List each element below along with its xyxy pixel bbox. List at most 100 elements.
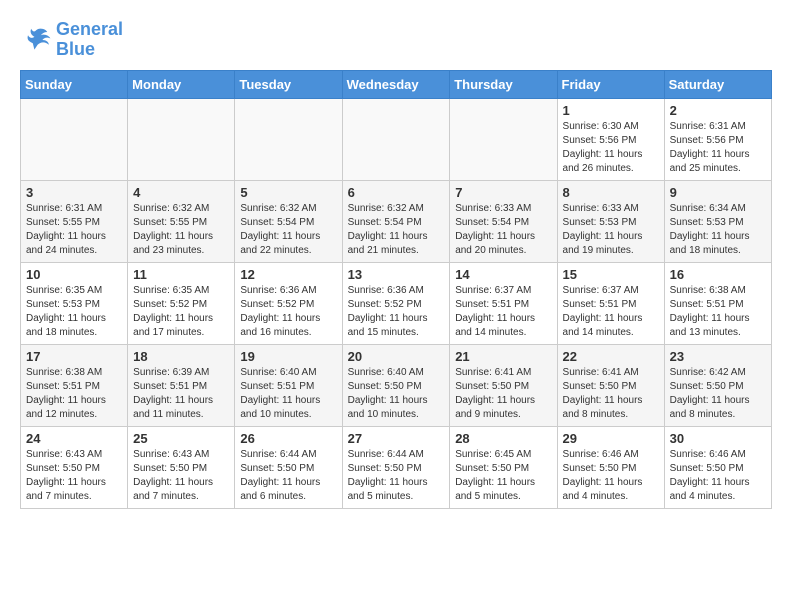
calendar-day: 1 Sunrise: 6:30 AM Sunset: 5:56 PM Daylig… bbox=[557, 98, 664, 180]
calendar-day: 18Sunrise: 6:39 AM Sunset: 5:51 PM Dayli… bbox=[128, 344, 235, 426]
day-number: 25 bbox=[133, 431, 229, 446]
calendar-day: 9Sunrise: 6:34 AM Sunset: 5:53 PM Daylig… bbox=[664, 180, 771, 262]
day-info: Sunrise: 6:44 AM Sunset: 5:50 PM Dayligh… bbox=[348, 448, 445, 504]
day-info: Sunrise: 6:39 AM Sunset: 5:51 PM Dayligh… bbox=[133, 366, 229, 422]
logo-text: General Blue bbox=[56, 20, 123, 60]
day-info: Sunrise: 6:30 AM Sunset: 5:56 PM Dayligh… bbox=[563, 120, 659, 176]
calendar-day: 25 Sunrise: 6:43 AM Sunset: 5:50 PM Dayli… bbox=[128, 426, 235, 508]
day-number: 2 bbox=[670, 103, 766, 118]
calendar-day: 15 Sunrise: 6:37 AM Sunset: 5:51 PM Dayli… bbox=[557, 262, 664, 344]
calendar-day: 8 Sunrise: 6:33 AM Sunset: 5:53 PM Daylig… bbox=[557, 180, 664, 262]
day-header-monday: Monday bbox=[128, 70, 235, 98]
day-number: 12 bbox=[240, 267, 336, 282]
day-header-sunday: Sunday bbox=[21, 70, 128, 98]
day-info: Sunrise: 6:32 AM Sunset: 5:55 PM Dayligh… bbox=[133, 202, 229, 258]
calendar-day bbox=[128, 98, 235, 180]
day-info: Sunrise: 6:41 AM Sunset: 5:50 PM Dayligh… bbox=[455, 366, 551, 422]
day-info: Sunrise: 6:42 AM Sunset: 5:50 PM Dayligh… bbox=[670, 366, 766, 422]
day-header-wednesday: Wednesday bbox=[342, 70, 450, 98]
calendar-day: 28 Sunrise: 6:45 AM Sunset: 5:50 PM Dayli… bbox=[450, 426, 557, 508]
day-number: 3 bbox=[26, 185, 122, 200]
calendar-day: 12 Sunrise: 6:36 AM Sunset: 5:52 PM Dayli… bbox=[235, 262, 342, 344]
day-info: Sunrise: 6:32 AM Sunset: 5:54 PM Dayligh… bbox=[240, 202, 336, 258]
day-info: Sunrise: 6:46 AM Sunset: 5:50 PM Dayligh… bbox=[670, 448, 766, 504]
calendar-day: 20 Sunrise: 6:40 AM Sunset: 5:50 PM Dayli… bbox=[342, 344, 450, 426]
day-number: 29 bbox=[563, 431, 659, 446]
day-number: 14 bbox=[455, 267, 551, 282]
day-number: 8 bbox=[563, 185, 659, 200]
calendar-header-row: SundayMondayTuesdayWednesdayThursdayFrid… bbox=[21, 70, 772, 98]
calendar-day: 21 Sunrise: 6:41 AM Sunset: 5:50 PM Dayli… bbox=[450, 344, 557, 426]
calendar-day: 26 Sunrise: 6:44 AM Sunset: 5:50 PM Dayli… bbox=[235, 426, 342, 508]
day-info: Sunrise: 6:38 AM Sunset: 5:51 PM Dayligh… bbox=[26, 366, 122, 422]
calendar-day: 30 Sunrise: 6:46 AM Sunset: 5:50 PM Dayli… bbox=[664, 426, 771, 508]
day-number: 15 bbox=[563, 267, 659, 282]
day-info: Sunrise: 6:35 AM Sunset: 5:53 PM Dayligh… bbox=[26, 284, 122, 340]
calendar-day: 17 Sunrise: 6:38 AM Sunset: 5:51 PM Dayli… bbox=[21, 344, 128, 426]
calendar-day: 10 Sunrise: 6:35 AM Sunset: 5:53 PM Dayli… bbox=[21, 262, 128, 344]
day-header-friday: Friday bbox=[557, 70, 664, 98]
calendar-day: 14 Sunrise: 6:37 AM Sunset: 5:51 PM Dayli… bbox=[450, 262, 557, 344]
calendar-table: SundayMondayTuesdayWednesdayThursdayFrid… bbox=[20, 70, 772, 509]
day-info: Sunrise: 6:45 AM Sunset: 5:50 PM Dayligh… bbox=[455, 448, 551, 504]
day-number: 1 bbox=[563, 103, 659, 118]
day-number: 26 bbox=[240, 431, 336, 446]
day-number: 23 bbox=[670, 349, 766, 364]
day-header-saturday: Saturday bbox=[664, 70, 771, 98]
day-number: 11 bbox=[133, 267, 229, 282]
day-number: 20 bbox=[348, 349, 445, 364]
day-info: Sunrise: 6:35 AM Sunset: 5:52 PM Dayligh… bbox=[133, 284, 229, 340]
calendar-week-row: 3 Sunrise: 6:31 AM Sunset: 5:55 PM Daylig… bbox=[21, 180, 772, 262]
day-number: 5 bbox=[240, 185, 336, 200]
calendar-day: 24 Sunrise: 6:43 AM Sunset: 5:50 PM Dayli… bbox=[21, 426, 128, 508]
day-info: Sunrise: 6:36 AM Sunset: 5:52 PM Dayligh… bbox=[240, 284, 336, 340]
calendar-day: 16Sunrise: 6:38 AM Sunset: 5:51 PM Dayli… bbox=[664, 262, 771, 344]
day-info: Sunrise: 6:37 AM Sunset: 5:51 PM Dayligh… bbox=[455, 284, 551, 340]
logo-bird-icon bbox=[20, 24, 52, 56]
day-info: Sunrise: 6:40 AM Sunset: 5:50 PM Dayligh… bbox=[348, 366, 445, 422]
calendar-week-row: 24 Sunrise: 6:43 AM Sunset: 5:50 PM Dayli… bbox=[21, 426, 772, 508]
calendar-day bbox=[235, 98, 342, 180]
day-info: Sunrise: 6:43 AM Sunset: 5:50 PM Dayligh… bbox=[26, 448, 122, 504]
calendar-day: 23 Sunrise: 6:42 AM Sunset: 5:50 PM Dayli… bbox=[664, 344, 771, 426]
calendar-week-row: 1 Sunrise: 6:30 AM Sunset: 5:56 PM Daylig… bbox=[21, 98, 772, 180]
day-info: Sunrise: 6:43 AM Sunset: 5:50 PM Dayligh… bbox=[133, 448, 229, 504]
day-info: Sunrise: 6:33 AM Sunset: 5:53 PM Dayligh… bbox=[563, 202, 659, 258]
day-number: 6 bbox=[348, 185, 445, 200]
day-info: Sunrise: 6:37 AM Sunset: 5:51 PM Dayligh… bbox=[563, 284, 659, 340]
calendar-week-row: 10 Sunrise: 6:35 AM Sunset: 5:53 PM Dayli… bbox=[21, 262, 772, 344]
day-number: 16 bbox=[670, 267, 766, 282]
day-number: 21 bbox=[455, 349, 551, 364]
day-number: 24 bbox=[26, 431, 122, 446]
day-info: Sunrise: 6:32 AM Sunset: 5:54 PM Dayligh… bbox=[348, 202, 445, 258]
calendar-day: 19Sunrise: 6:40 AM Sunset: 5:51 PM Dayli… bbox=[235, 344, 342, 426]
day-number: 4 bbox=[133, 185, 229, 200]
day-info: Sunrise: 6:46 AM Sunset: 5:50 PM Dayligh… bbox=[563, 448, 659, 504]
day-number: 10 bbox=[26, 267, 122, 282]
calendar-day: 6 Sunrise: 6:32 AM Sunset: 5:54 PM Daylig… bbox=[342, 180, 450, 262]
calendar-day: 11 Sunrise: 6:35 AM Sunset: 5:52 PM Dayli… bbox=[128, 262, 235, 344]
calendar-day: 29 Sunrise: 6:46 AM Sunset: 5:50 PM Dayli… bbox=[557, 426, 664, 508]
day-info: Sunrise: 6:31 AM Sunset: 5:56 PM Dayligh… bbox=[670, 120, 766, 176]
calendar-day: 5 Sunrise: 6:32 AM Sunset: 5:54 PM Daylig… bbox=[235, 180, 342, 262]
day-number: 27 bbox=[348, 431, 445, 446]
calendar-day: 2 Sunrise: 6:31 AM Sunset: 5:56 PM Daylig… bbox=[664, 98, 771, 180]
day-number: 28 bbox=[455, 431, 551, 446]
day-header-thursday: Thursday bbox=[450, 70, 557, 98]
day-info: Sunrise: 6:44 AM Sunset: 5:50 PM Dayligh… bbox=[240, 448, 336, 504]
day-header-tuesday: Tuesday bbox=[235, 70, 342, 98]
calendar-day: 27 Sunrise: 6:44 AM Sunset: 5:50 PM Dayli… bbox=[342, 426, 450, 508]
day-number: 22 bbox=[563, 349, 659, 364]
day-number: 30 bbox=[670, 431, 766, 446]
calendar-day bbox=[342, 98, 450, 180]
day-number: 9 bbox=[670, 185, 766, 200]
day-info: Sunrise: 6:33 AM Sunset: 5:54 PM Dayligh… bbox=[455, 202, 551, 258]
calendar-day: 4 Sunrise: 6:32 AM Sunset: 5:55 PM Daylig… bbox=[128, 180, 235, 262]
day-number: 17 bbox=[26, 349, 122, 364]
calendar-day: 3 Sunrise: 6:31 AM Sunset: 5:55 PM Daylig… bbox=[21, 180, 128, 262]
calendar-day: 13Sunrise: 6:36 AM Sunset: 5:52 PM Dayli… bbox=[342, 262, 450, 344]
day-info: Sunrise: 6:31 AM Sunset: 5:55 PM Dayligh… bbox=[26, 202, 122, 258]
calendar-week-row: 17 Sunrise: 6:38 AM Sunset: 5:51 PM Dayli… bbox=[21, 344, 772, 426]
page-header: General Blue bbox=[20, 20, 772, 60]
day-info: Sunrise: 6:40 AM Sunset: 5:51 PM Dayligh… bbox=[240, 366, 336, 422]
